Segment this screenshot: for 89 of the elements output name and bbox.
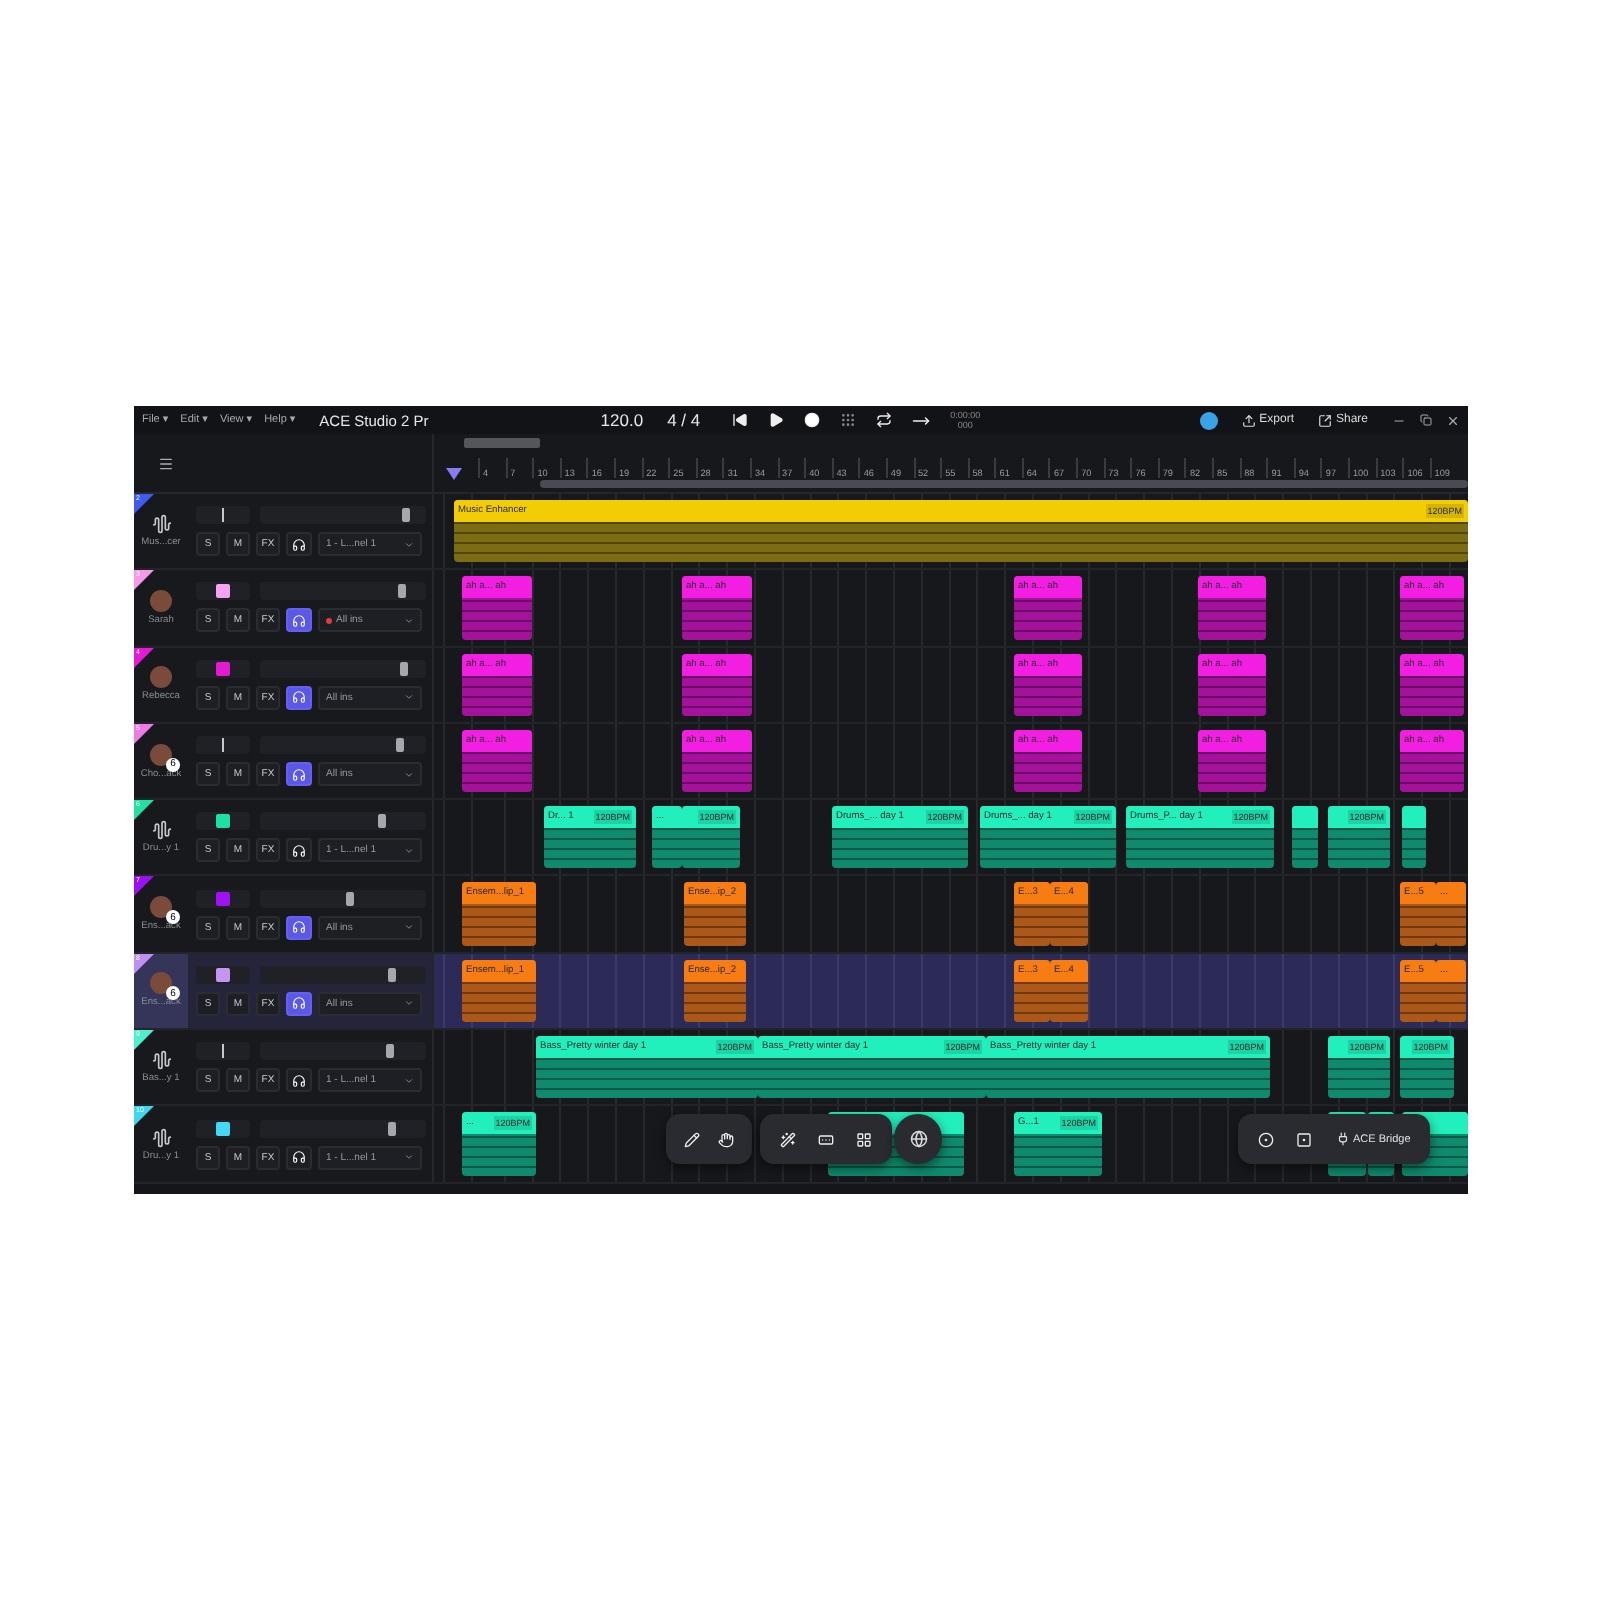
headphones-button[interactable] [286,1145,312,1170]
headphones-icon [292,843,306,858]
headphones-icon [292,767,306,782]
loop-icon[interactable] [876,412,893,428]
headphones-button[interactable] [286,762,312,787]
chevron-down-icon [404,1152,414,1163]
headphones-icon [292,1150,306,1165]
record-dot [326,617,332,624]
menu-icon[interactable] [158,455,174,471]
avatar [150,666,172,689]
globe-icon[interactable] [909,1130,927,1148]
pan-control[interactable] [196,965,250,984]
volume-slider[interactable] [260,965,426,984]
chevron-down-icon [404,539,414,550]
chevron-down-icon [404,922,414,933]
pan-control[interactable] [196,1042,250,1061]
dots-rectangle-icon[interactable] [817,1131,834,1147]
slider-thumb[interactable] [387,967,396,982]
volume-slider[interactable] [260,582,426,601]
skip-back-icon[interactable] [732,412,749,428]
chevron-down-icon [404,1075,414,1086]
play-icon[interactable] [768,412,785,428]
headphones-icon [292,690,306,705]
volume-slider[interactable] [260,1042,426,1061]
pan-control[interactable] [196,506,250,525]
waveform-icon [151,820,171,841]
pan-marker [222,738,224,753]
headphones-button[interactable] [286,991,312,1016]
restore-icon[interactable] [1420,414,1432,426]
headphones-button[interactable] [286,1068,312,1093]
slider-thumb[interactable] [402,508,411,523]
arrow-right-icon[interactable] [912,411,931,429]
headphones-button[interactable] [286,608,312,633]
record-icon[interactable] [804,412,821,428]
slider-thumb[interactable] [385,1044,394,1059]
volume-slider[interactable] [260,1119,426,1138]
headphones-button[interactable] [286,532,312,557]
headphones-icon [292,537,306,552]
circle-dot-icon[interactable] [1257,1131,1274,1147]
clip[interactable] [1292,806,1318,869]
pencil-icon[interactable] [683,1131,700,1147]
headphones-icon [292,613,306,628]
volume-slider[interactable] [260,506,426,525]
playhead-marker[interactable] [446,468,462,480]
chevron-down-icon [404,845,414,856]
chevron-down-icon [404,692,414,703]
headphones-icon [292,920,306,935]
chevron-down-icon [404,615,414,626]
pan-control[interactable] [196,812,250,831]
headphones-button[interactable] [286,838,312,863]
slider-thumb[interactable] [378,814,387,829]
tempo[interactable]: 120.0 [600,410,644,430]
close-icon[interactable] [1446,413,1460,427]
pan-marker [222,508,224,523]
pan-control[interactable] [196,736,250,755]
pan-control[interactable] [196,659,250,678]
volume-slider[interactable] [260,736,426,755]
volume-slider[interactable] [260,889,426,908]
clip[interactable] [1402,806,1426,869]
pan-control[interactable] [196,582,250,601]
waveform-icon [151,1050,171,1071]
volume-slider[interactable] [260,659,426,678]
grid-icon[interactable] [856,1131,873,1147]
slider-thumb[interactable] [345,891,354,906]
avatar [150,589,172,612]
time-signature[interactable]: 4 / 4 [667,410,701,430]
status-circle-icon[interactable] [1199,411,1218,429]
pan-marker [222,1044,224,1059]
slider-thumb[interactable] [400,661,409,676]
headphones-icon [292,1073,306,1088]
magic-wand-icon[interactable] [779,1131,796,1147]
slider-thumb[interactable] [397,584,406,599]
headphones-button[interactable] [286,915,312,940]
waveform-icon [151,1127,171,1148]
hand-icon[interactable] [718,1131,735,1147]
pan-control[interactable] [196,1119,250,1138]
slider-thumb[interactable] [395,738,404,753]
waveform-icon [151,514,171,535]
slider-thumb[interactable] [387,1121,396,1136]
headphones-icon [292,996,306,1011]
plug-icon [1335,1132,1350,1146]
scroll-bar[interactable] [540,480,1468,488]
upload-icon [1241,413,1256,427]
chevron-down-icon [404,998,414,1009]
chevron-down-icon [404,769,414,780]
headphones-button[interactable] [286,685,312,710]
grid-dots-icon[interactable] [840,412,857,428]
share-icon [1317,413,1332,427]
volume-slider[interactable] [260,812,426,831]
